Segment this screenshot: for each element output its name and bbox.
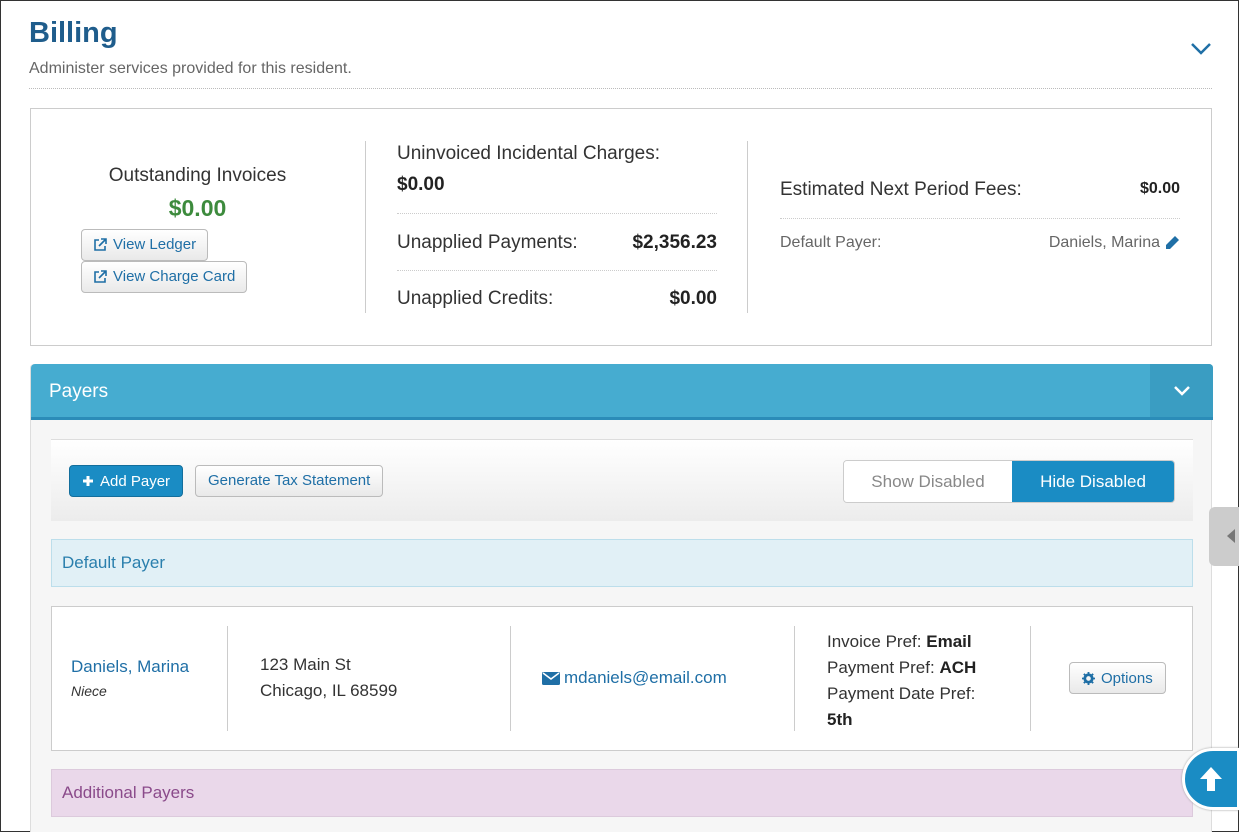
- view-charge-card-label: View Charge Card: [113, 268, 236, 285]
- view-ledger-label: View Ledger: [113, 236, 197, 253]
- disabled-filter-toggle: Show Disabled Hide Disabled: [843, 460, 1175, 503]
- payer-options-button[interactable]: Options: [1069, 662, 1166, 694]
- page-header: Billing Administer services provided for…: [29, 15, 1212, 89]
- scroll-to-top-button[interactable]: [1182, 748, 1239, 810]
- unapplied-payments-row: Unapplied Payments: $2,356.23: [397, 214, 717, 271]
- page-title: Billing: [29, 17, 118, 49]
- payment-pref-label: Payment Pref:: [827, 658, 935, 677]
- add-payer-button[interactable]: Add Payer: [69, 465, 184, 497]
- plus-icon: [83, 476, 93, 486]
- fees-column: Estimated Next Period Fees: $0.00 Defaul…: [780, 175, 1180, 251]
- divider: [1030, 626, 1031, 731]
- uninvoiced-value: $0.00: [397, 174, 445, 195]
- external-link-icon: [94, 238, 107, 251]
- uninvoiced-label: Uninvoiced Incidental Charges:: [397, 143, 660, 164]
- chevron-down-icon: [1173, 385, 1190, 396]
- divider: [747, 141, 748, 313]
- envelope-icon: [542, 671, 560, 685]
- unapplied-payments-value: $2,356.23: [632, 232, 717, 253]
- default-payer-section-header: Default Payer: [51, 539, 1193, 587]
- payer-address-line1: 123 Main St: [260, 655, 351, 674]
- payer-name-link[interactable]: Daniels, Marina: [71, 657, 189, 677]
- chevron-down-icon[interactable]: [1190, 41, 1212, 57]
- unapplied-credits-label: Unapplied Credits:: [397, 288, 554, 309]
- payers-toolbar: Add Payer Generate Tax Statement Show Di…: [51, 439, 1193, 521]
- billing-summary: Outstanding Invoices $0.00 View Ledger V…: [30, 108, 1212, 346]
- outstanding-invoices: Outstanding Invoices $0.00: [81, 165, 314, 222]
- payers-panel-header[interactable]: Payers: [31, 364, 1213, 420]
- invoice-pref-value: Email: [926, 632, 972, 651]
- divider: [794, 626, 795, 731]
- payment-date-pref-label: Payment Date Pref:: [827, 684, 976, 703]
- gear-icon: [1082, 671, 1095, 685]
- additional-payers-section-header: Additional Payers: [51, 769, 1193, 817]
- payer-relation: Niece: [71, 683, 107, 699]
- default-payer-value: Daniels, Marina: [1048, 234, 1160, 251]
- outstanding-invoices-value: $0.00: [168, 195, 227, 221]
- divider: [227, 626, 228, 731]
- chevron-left-icon: [1227, 529, 1235, 543]
- unapplied-payments-label: Unapplied Payments:: [397, 232, 578, 253]
- payer-address-line2: Chicago, IL 68599: [260, 681, 398, 700]
- options-label: Options: [1101, 669, 1153, 687]
- estimated-fees-row: Estimated Next Period Fees: $0.00: [780, 175, 1180, 219]
- side-panel-tab[interactable]: [1209, 507, 1239, 566]
- invoice-pref-label: Invoice Pref:: [827, 632, 922, 651]
- payment-pref-value: ACH: [939, 658, 977, 677]
- pencil-icon[interactable]: [1164, 235, 1180, 251]
- payers-collapse-button[interactable]: [1150, 364, 1213, 417]
- arrow-up-icon: [1200, 767, 1222, 791]
- view-charge-card-button[interactable]: View Charge Card: [81, 261, 248, 293]
- external-link-icon: [94, 270, 107, 283]
- add-payer-label: Add Payer: [100, 472, 171, 490]
- payers-panel: Payers Add Payer Generate Tax Statement …: [30, 364, 1213, 832]
- generate-tax-statement-button[interactable]: Generate Tax Statement: [195, 465, 384, 497]
- outstanding-invoices-label: Outstanding Invoices: [108, 165, 287, 186]
- payer-email: mdaniels@email.com: [564, 668, 727, 687]
- payer-card: Daniels, Marina Niece 123 Main St Chicag…: [51, 606, 1193, 751]
- unapplied-credits-row: Unapplied Credits: $0.00: [397, 271, 717, 327]
- divider: [510, 626, 511, 731]
- payer-email-link[interactable]: mdaniels@email.com: [542, 668, 727, 688]
- default-payer-label: Default Payer:: [780, 234, 882, 251]
- estimated-fees-value: $0.00: [1139, 180, 1180, 197]
- page-subtitle: Administer services provided for this re…: [29, 60, 352, 77]
- show-disabled-button[interactable]: Show Disabled: [844, 461, 1012, 502]
- payment-date-pref-value: 5th: [827, 710, 853, 729]
- estimated-fees-label: Estimated Next Period Fees:: [780, 179, 1022, 200]
- view-ledger-button[interactable]: View Ledger: [81, 229, 209, 261]
- divider: [365, 141, 366, 313]
- unapplied-credits-value: $0.00: [669, 288, 717, 309]
- payers-panel-title: Payers: [49, 381, 109, 402]
- hide-disabled-button[interactable]: Hide Disabled: [1012, 461, 1174, 502]
- uninvoiced-row: Uninvoiced Incidental Charges: $0.00: [397, 143, 717, 214]
- charges-column: Uninvoiced Incidental Charges: $0.00 Una…: [397, 143, 717, 327]
- payer-preferences: Invoice Pref: Email Payment Pref: ACH Pa…: [827, 629, 976, 733]
